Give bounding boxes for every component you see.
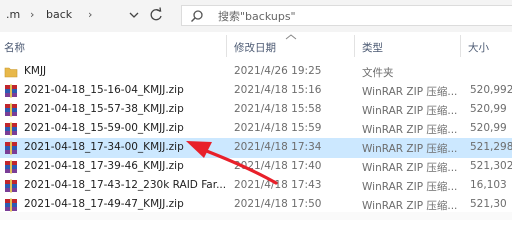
refresh-button[interactable] [146, 5, 166, 25]
file-type: WinRAR ZIP 压缩... [362, 143, 458, 155]
winrar-zip-icon [5, 84, 17, 98]
file-size: 16,103 [470, 179, 507, 191]
breadcrumb-parent[interactable]: .m [6, 8, 20, 21]
breadcrumb-separator-icon: › [30, 8, 35, 21]
file-row[interactable]: KMJJ 2021/4/26 19:25 文件夹 [0, 62, 512, 82]
file-row[interactable]: 2021-04-18_15-16-04_KMJJ.zip 2021/4/18 1… [0, 81, 512, 101]
chevron-down-icon [129, 12, 139, 18]
file-size: 520,99 [470, 122, 507, 134]
file-row-selected[interactable]: 2021-04-18_17-34-00_KMJJ.zip 2021/4/18 1… [0, 138, 512, 158]
file-modified: 2021/4/18 15:58 [234, 103, 322, 115]
search-icon [191, 10, 203, 22]
file-modified: 2021/4/18 17:50 [234, 198, 322, 210]
file-name: 2021-04-18_15-59-00_KMJJ.zip [24, 122, 184, 134]
file-size: 520,992 [470, 84, 512, 96]
file-size: 521,298 [470, 141, 512, 153]
file-type: WinRAR ZIP 压缩... [362, 200, 458, 212]
file-row[interactable]: 2021-04-18_17-43-12_230k RAID Far... 202… [0, 176, 512, 196]
toolbar: .m › back › 搜索"backups" [0, 0, 512, 32]
winrar-zip-icon [5, 198, 17, 212]
refresh-icon [150, 7, 162, 21]
file-name: 2021-04-18_15-57-38_KMJJ.zip [24, 103, 184, 115]
file-name: 2021-04-18_17-43-12_230k RAID Far... [24, 179, 227, 191]
address-bar[interactable]: .m › back › [6, 7, 114, 24]
sort-ascending-icon [285, 34, 297, 40]
file-name: KMJJ [24, 65, 47, 77]
winrar-zip-icon [5, 122, 17, 136]
file-name: 2021-04-18_17-49-47_KMJJ.zip [24, 198, 184, 210]
column-header-modified[interactable]: 修改日期 [234, 40, 276, 55]
search-input[interactable]: 搜索"backups" [181, 5, 512, 26]
search-placeholder: 搜索"backups" [218, 10, 296, 23]
file-row[interactable]: 2021-04-18_15-57-38_KMJJ.zip 2021/4/18 1… [0, 100, 512, 120]
file-modified: 2021/4/26 19:25 [234, 65, 322, 77]
file-name: 2021-04-18_17-39-46_KMJJ.zip [24, 160, 184, 172]
file-type: 文件夹 [362, 67, 394, 79]
column-header-type[interactable]: 类型 [362, 40, 383, 55]
column-divider[interactable] [354, 35, 355, 57]
file-type: WinRAR ZIP 压缩... [362, 86, 458, 98]
column-header-row: 名称 修改日期 类型 大小 [0, 33, 512, 59]
file-type: WinRAR ZIP 压缩... [362, 162, 458, 174]
column-header-size[interactable]: 大小 [468, 40, 489, 55]
file-modified: 2021/4/18 17:34 [234, 141, 322, 153]
file-modified: 2021/4/18 15:16 [234, 84, 322, 96]
file-list: KMJJ 2021/4/26 19:25 文件夹 2021-04-18_15-1… [0, 62, 512, 220]
breadcrumb-current[interactable]: back [46, 8, 72, 21]
column-header-name[interactable]: 名称 [4, 40, 25, 55]
file-type: WinRAR ZIP 压缩... [362, 105, 458, 117]
folder-icon [4, 67, 18, 78]
file-row[interactable]: 2021-04-18_17-39-46_KMJJ.zip 2021/4/18 1… [0, 157, 512, 177]
file-type: WinRAR ZIP 压缩... [362, 124, 458, 136]
file-name: 2021-04-18_15-16-04_KMJJ.zip [24, 84, 184, 96]
winrar-zip-icon [5, 141, 17, 155]
column-divider[interactable] [460, 35, 461, 57]
file-size: 521,30 [470, 198, 507, 210]
winrar-zip-icon [5, 160, 17, 174]
file-row[interactable]: 2021-04-18_15-59-00_KMJJ.zip 2021/4/18 1… [0, 119, 512, 139]
column-divider[interactable] [226, 35, 227, 57]
file-name: 2021-04-18_17-34-00_KMJJ.zip [24, 141, 184, 153]
status-strip [0, 212, 512, 220]
file-type: WinRAR ZIP 压缩... [362, 181, 458, 193]
file-modified: 2021/4/18 17:40 [234, 160, 322, 172]
file-size: 520,99 [470, 103, 507, 115]
breadcrumb-separator-icon: › [88, 8, 93, 21]
file-size: 521,302 [470, 160, 512, 172]
file-modified: 2021/4/18 17:43 [234, 179, 322, 191]
address-dropdown-button[interactable] [127, 6, 141, 24]
file-modified: 2021/4/18 15:59 [234, 122, 322, 134]
winrar-zip-icon [5, 103, 17, 117]
winrar-zip-icon [5, 179, 17, 193]
